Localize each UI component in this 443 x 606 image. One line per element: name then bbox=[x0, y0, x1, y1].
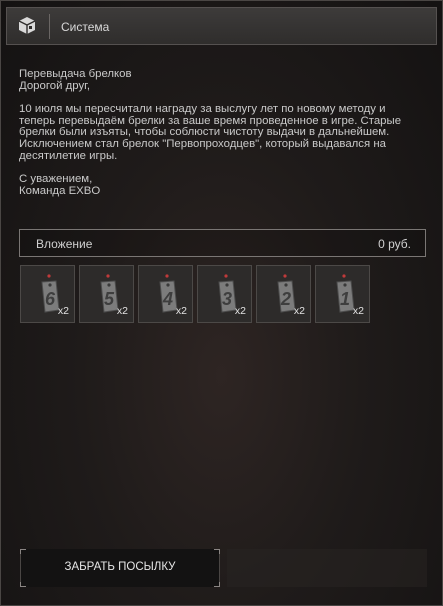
claim-package-button[interactable]: ЗАБРАТЬ ПОСЫЛКУ bbox=[20, 549, 220, 587]
item-slot[interactable]: 5 x2 bbox=[79, 265, 134, 323]
message-body: Перевыдача брелков Дорогой друг, 10 июля… bbox=[19, 68, 421, 197]
item-numeral: 1 bbox=[340, 289, 350, 309]
mail-window: Система Перевыдача брелков Дорогой друг,… bbox=[0, 0, 443, 606]
message-text: 10 июля мы пересчитали награду за выслуг… bbox=[19, 103, 402, 162]
item-quantity: x2 bbox=[57, 305, 69, 317]
item-slot[interactable]: 4 x2 bbox=[138, 265, 193, 323]
message-greeting: Дорогой друг, bbox=[19, 79, 91, 92]
package-box-icon bbox=[17, 16, 37, 36]
item-numeral: 3 bbox=[222, 289, 232, 309]
item-quantity: x2 bbox=[116, 305, 128, 317]
message-signature: Команда EXBO bbox=[19, 184, 101, 197]
item-quantity: x2 bbox=[352, 305, 364, 317]
attachment-value: 0 руб. bbox=[378, 237, 411, 251]
item-slot[interactable]: 1 x2 bbox=[315, 265, 370, 323]
button-area-filler bbox=[227, 549, 427, 587]
item-slot[interactable]: 6 x2 bbox=[20, 265, 75, 323]
attachment-bar: Вложение 0 руб. bbox=[19, 229, 426, 257]
item-quantity: x2 bbox=[293, 305, 305, 317]
item-numeral: 6 bbox=[45, 289, 56, 309]
item-quantity: x2 bbox=[175, 305, 187, 317]
attachment-label: Вложение bbox=[36, 237, 93, 251]
window-title: Система bbox=[61, 20, 110, 34]
title-bar: Система bbox=[6, 7, 437, 45]
item-numeral: 2 bbox=[280, 289, 291, 309]
title-divider bbox=[49, 14, 50, 39]
item-slot[interactable]: 2 x2 bbox=[256, 265, 311, 323]
item-numeral: 5 bbox=[104, 289, 115, 309]
item-quantity: x2 bbox=[234, 305, 246, 317]
item-slot[interactable]: 3 x2 bbox=[197, 265, 252, 323]
claim-package-label: ЗАБРАТЬ ПОСЫЛКУ bbox=[64, 561, 176, 573]
message-closing: С уважением, bbox=[19, 173, 93, 186]
message-subject: Перевыдача брелков bbox=[19, 68, 132, 80]
item-numeral: 4 bbox=[162, 289, 173, 309]
